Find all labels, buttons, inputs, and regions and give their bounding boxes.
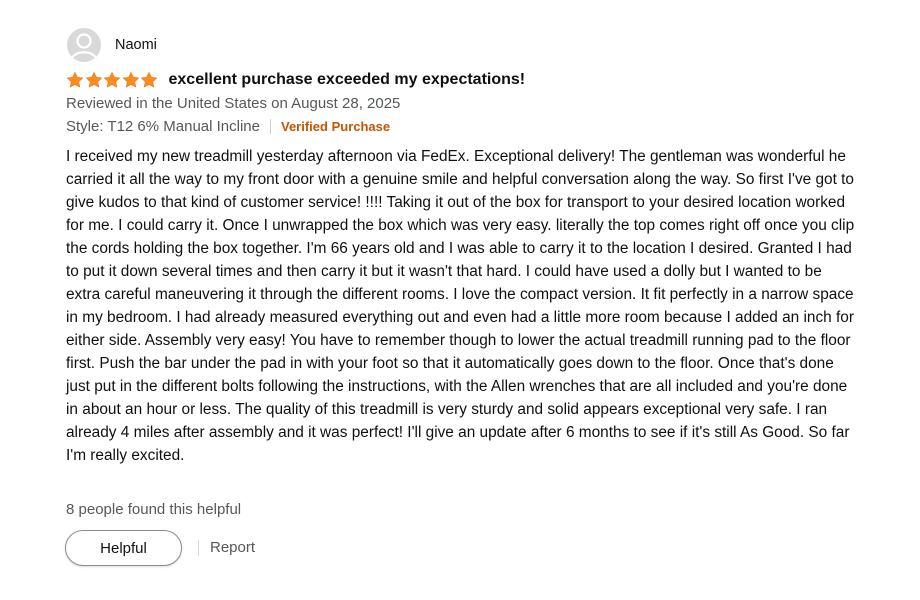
star-icon [66, 71, 84, 88]
author-name: Naomi [115, 37, 157, 53]
review-author[interactable]: Naomi [67, 28, 157, 62]
verified-purchase-badge: Verified Purchase [281, 119, 391, 134]
review-date: Reviewed in the United States on August … [66, 95, 401, 112]
star-icon [103, 71, 121, 88]
star-icon [122, 71, 139, 88]
user-avatar-icon [67, 28, 101, 62]
divider [198, 540, 199, 556]
star-rating [66, 71, 159, 89]
helpful-button[interactable]: Helpful [65, 530, 182, 566]
review-card: Naomi excellent purchase exceeded my exp… [0, 0, 920, 600]
review-title[interactable]: excellent purchase exceeded my expectati… [169, 71, 526, 89]
helpful-count: 8 people found this helpful [66, 501, 242, 518]
review-title-row: excellent purchase exceeded my expectati… [66, 69, 525, 91]
review-body: I received my new treadmill yesterday af… [66, 148, 855, 464]
product-style-row: Style: T12 6% Manual Incline Verified Pu… [66, 118, 390, 135]
star-icon [140, 71, 158, 88]
star-icon [85, 71, 102, 88]
product-style[interactable]: Style: T12 6% Manual Incline [66, 118, 260, 135]
divider [270, 119, 271, 134]
report-link[interactable]: Report [210, 539, 255, 556]
